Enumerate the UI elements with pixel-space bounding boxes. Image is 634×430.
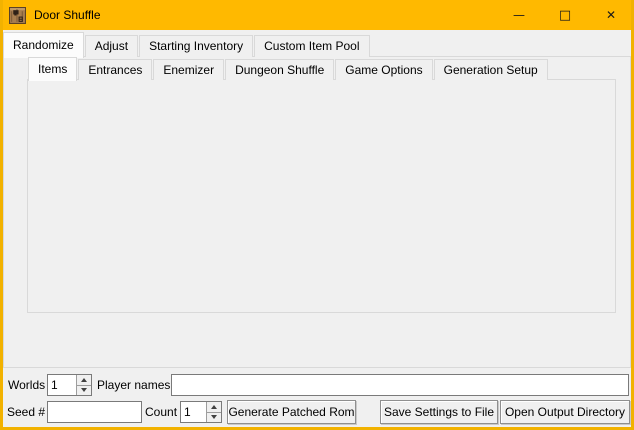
close-icon[interactable]: ✕: [588, 0, 634, 30]
spin-up-icon[interactable]: [77, 375, 91, 385]
tab-custom-item-pool[interactable]: Custom Item Pool: [254, 35, 369, 57]
count-spinner: [180, 401, 222, 423]
count-spin-arrows: [206, 402, 221, 422]
tab-starting-inventory[interactable]: Starting Inventory: [139, 35, 253, 57]
tab-dungeon-shuffle[interactable]: Dungeon Shuffle: [225, 59, 334, 80]
items-pane: [27, 79, 616, 313]
titlebar[interactable]: Door Shuffle — □ ✕: [0, 0, 634, 30]
worlds-spinner: [47, 374, 92, 396]
tab-items[interactable]: Items: [28, 57, 77, 81]
count-input[interactable]: [181, 402, 206, 422]
worlds-spin-arrows: [76, 375, 91, 395]
player-names-label: Player names: [97, 374, 170, 396]
tab-enemizer[interactable]: Enemizer: [153, 59, 224, 80]
minimize-icon[interactable]: —: [496, 0, 542, 30]
open-output-directory-button[interactable]: Open Output Directory: [500, 400, 630, 424]
spin-up-icon[interactable]: [207, 402, 221, 412]
tab-generation-setup[interactable]: Generation Setup: [434, 59, 548, 80]
worlds-label: Worlds: [8, 374, 45, 396]
count-label: Count: [145, 401, 177, 423]
player-names-input[interactable]: [171, 374, 629, 396]
save-settings-button[interactable]: Save Settings to File: [380, 400, 498, 424]
window-controls: — □ ✕: [496, 0, 634, 30]
client-area: Randomize Adjust Starting Inventory Cust…: [3, 30, 631, 427]
maximize-icon[interactable]: □: [542, 0, 588, 30]
tab-entrances[interactable]: Entrances: [78, 59, 152, 80]
tab-adjust[interactable]: Adjust: [85, 35, 138, 57]
seed-input[interactable]: [47, 401, 142, 423]
sub-tab-bar: Items Entrances Enemizer Dungeon Shuffle…: [28, 57, 549, 80]
generate-patched-rom-button[interactable]: Generate Patched Rom: [227, 400, 356, 424]
spin-down-icon[interactable]: [77, 385, 91, 396]
spin-down-icon[interactable]: [207, 412, 221, 423]
window-title: Door Shuffle: [34, 8, 101, 22]
door-shuffle-window: Door Shuffle — □ ✕ Randomize Adjust Star…: [0, 0, 634, 430]
main-tab-bar: Randomize Adjust Starting Inventory Cust…: [3, 32, 371, 57]
tab-randomize[interactable]: Randomize: [3, 32, 84, 58]
app-icon: [9, 7, 26, 24]
seed-label: Seed #: [7, 401, 45, 423]
tab-game-options[interactable]: Game Options: [335, 59, 432, 80]
worlds-input[interactable]: [48, 375, 76, 395]
